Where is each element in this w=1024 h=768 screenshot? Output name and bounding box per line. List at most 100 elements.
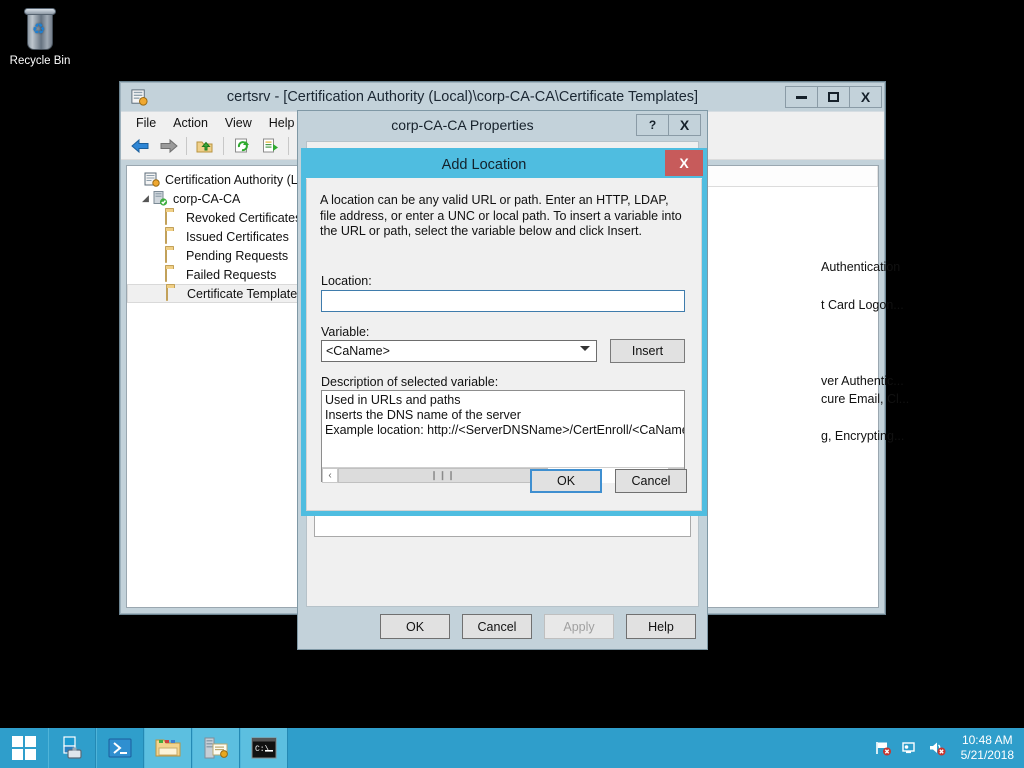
taskbar-item-server-manager[interactable] [48,728,96,768]
powershell-icon [107,736,133,760]
window-titlebar: certsrv - [Certification Authority (Loca… [121,83,884,111]
up-folder-icon [196,138,214,154]
scrollbar-thumb[interactable]: ❙❙❙ [338,468,548,483]
properties-window-buttons: ? X [637,114,701,136]
add-location-titlebar: Add Location X [305,151,703,178]
server-manager-icon [59,735,85,761]
tree-item-label: Revoked Certificates [186,211,301,225]
network-error-icon[interactable] [901,740,919,756]
properties-buttons: OK Cancel Apply Help [298,614,707,640]
taskbar-item-file-explorer[interactable] [144,728,192,768]
description-line: Used in URLs and paths [325,393,684,408]
taskbar-item-certification-authority[interactable] [192,728,240,768]
list-item[interactable]: cure Email, Cl... [821,392,909,406]
windows-start-icon [12,736,36,760]
certification-authority-icon [202,736,230,760]
variable-select[interactable]: <CaName> [321,340,597,362]
window-buttons: X [786,86,882,108]
add-location-dialog: Add Location X A location can be any val… [301,148,707,516]
forward-button[interactable] [155,135,181,158]
forward-icon [159,138,178,154]
folder-icon [165,248,182,263]
refresh-icon [234,138,251,154]
system-tray: 10:48 AM 5/21/2018 [874,733,1024,763]
recycle-bin-label: Recycle Bin [6,55,74,68]
tree-item-label: Issued Certificates [186,230,289,244]
toolbar-separator [186,137,187,155]
back-icon [131,138,150,154]
file-explorer-icon [154,736,182,760]
add-location-close-button[interactable]: X [665,150,703,176]
tree-item-label: Certification Authority (Loc [165,173,311,187]
description-of-variable-label: Description of selected variable: [321,375,498,389]
menu-item-action[interactable]: Action [167,114,219,132]
taskbar-item-powershell[interactable] [96,728,144,768]
refresh-button[interactable] [229,135,255,158]
close-button[interactable]: X [849,86,882,108]
window-title: certsrv - [Certification Authority (Loca… [121,89,884,105]
network-flag-icon[interactable] [874,740,892,756]
menu-item-file[interactable]: File [130,114,167,132]
properties-titlebar: corp-CA-CA Properties ? X [298,111,707,138]
recycle-bin[interactable]: ♻ Recycle Bin [6,6,74,72]
variable-label: Variable: [321,325,369,339]
recycle-bin-icon: ♻ [20,8,60,52]
back-button[interactable] [127,135,153,158]
properties-ok-button[interactable]: OK [380,614,450,639]
tree-item-label: Certificate Template [187,287,297,301]
svg-text:C:\: C:\ [255,745,270,754]
location-label: Location: [321,274,372,288]
insert-button[interactable]: Insert [610,339,685,363]
description-line: Example location: http://<ServerDNSName>… [325,423,684,438]
ca-server-icon [152,191,169,206]
folder-icon [166,286,183,301]
variable-selected-value: <CaName> [326,344,390,358]
properties-help-action-button[interactable]: Help [626,614,696,639]
description-line: Inserts the DNS name of the server [325,408,684,423]
tree-expander[interactable]: ◢ [139,193,152,204]
maximize-icon [828,92,839,102]
toolbar-separator [223,137,224,155]
add-location-buttons: OK Cancel [530,469,687,493]
list-item[interactable]: g, Encrypting... [821,429,904,443]
folder-icon [165,267,182,282]
tree-item-label: corp-CA-CA [173,192,240,206]
volume-muted-icon[interactable] [928,740,946,756]
close-icon: X [679,155,688,171]
maximize-button[interactable] [817,86,850,108]
toolbar-separator [288,137,289,155]
minimize-button[interactable] [785,86,818,108]
column-header-2[interactable] [699,166,878,186]
close-icon: X [861,89,870,105]
clock-time: 10:48 AM [961,733,1014,748]
folder-icon [165,210,182,225]
clock[interactable]: 10:48 AM 5/21/2018 [955,733,1014,763]
properties-close-button[interactable]: X [668,114,701,136]
add-location-cancel-button[interactable]: Cancel [615,469,687,493]
add-location-title: Add Location [305,157,703,173]
add-location-ok-button[interactable]: OK [530,469,602,493]
scroll-left-icon[interactable]: ‹ [322,468,338,483]
properties-help-button[interactable]: ? [636,114,669,136]
list-item[interactable]: t Card Logon... [821,298,904,312]
minimize-icon [796,96,807,99]
add-location-body: A location can be any valid URL or path.… [306,179,702,511]
certification-authority-icon [130,88,149,107]
list-item[interactable]: Authentication [821,260,900,274]
tree-item-label: Pending Requests [186,249,288,263]
desktop: ♻ Recycle Bin certsrv - [Certification A… [0,0,1024,768]
add-location-description: A location can be any valid URL or path.… [320,193,683,240]
question-mark-icon: ? [649,118,656,132]
up-folder-button[interactable] [192,135,218,158]
list-item[interactable]: ver Authentic... [821,374,904,388]
start-button[interactable] [0,728,48,768]
taskbar-item-command-prompt[interactable]: C:\ [240,728,288,768]
properties-cancel-button[interactable]: Cancel [462,614,532,639]
chevron-down-icon [580,346,590,351]
taskbar: C:\ [0,728,1024,768]
export-list-button[interactable] [257,135,283,158]
export-list-icon [262,138,279,154]
menu-item-view[interactable]: View [219,114,263,132]
location-input[interactable] [321,290,685,312]
command-prompt-icon: C:\ [250,737,278,759]
